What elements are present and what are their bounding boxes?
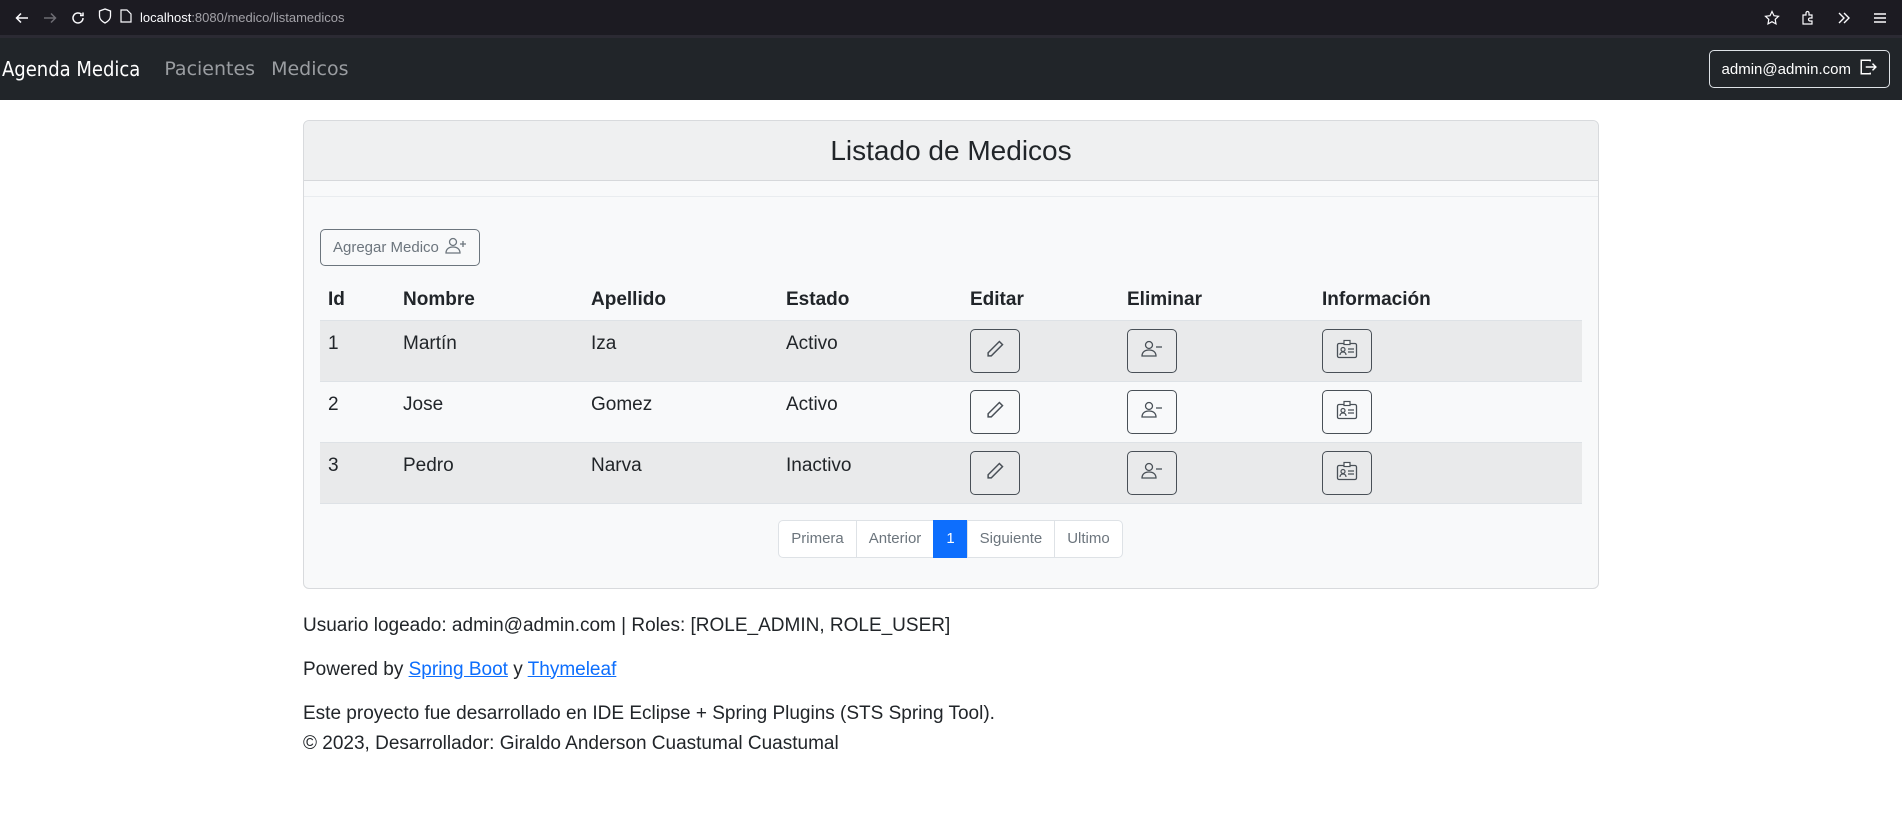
info-button[interactable] bbox=[1322, 389, 1372, 434]
url-host: localhost bbox=[140, 10, 192, 25]
id-card-icon bbox=[1336, 339, 1358, 362]
card-divider bbox=[304, 181, 1598, 197]
page-next[interactable]: Siguiente bbox=[966, 519, 1056, 558]
table-header-row: Id Nombre Apellido Estado Editar Elimina… bbox=[320, 282, 1582, 321]
edit-button[interactable] bbox=[970, 389, 1020, 434]
page-last[interactable]: Ultimo bbox=[1054, 519, 1123, 558]
cell-estado: Inactivo bbox=[786, 454, 852, 476]
logged-user-info: Usuario logeado: admin@admin.com | Roles… bbox=[303, 614, 951, 636]
url-bar[interactable]: localhost:8080/medico/listamedicos bbox=[92, 4, 1758, 32]
cell-id: 2 bbox=[328, 393, 339, 415]
table-row: 3 Pedro Narva Inactivo bbox=[320, 442, 1582, 504]
project-info: Este proyecto fue desarrollado en IDE Ec… bbox=[303, 702, 995, 724]
col-header-apellido: Apellido bbox=[583, 282, 778, 321]
edit-button[interactable] bbox=[970, 328, 1020, 373]
overflow-chevrons-icon[interactable] bbox=[1830, 4, 1858, 32]
info-button[interactable] bbox=[1322, 450, 1372, 495]
copyright: © 2023, Desarrollador: Giraldo Anderson … bbox=[303, 732, 839, 754]
delete-button[interactable] bbox=[1127, 389, 1177, 434]
delete-button[interactable] bbox=[1127, 328, 1177, 373]
nav-link-pacientes[interactable]: Pacientes bbox=[164, 58, 255, 80]
person-dash-icon bbox=[1141, 340, 1163, 361]
medicos-table: Id Nombre Apellido Estado Editar Elimina… bbox=[320, 282, 1582, 504]
table-row: 1 Martín Iza Activo bbox=[320, 320, 1582, 382]
page-title: Listado de Medicos bbox=[830, 134, 1072, 166]
cell-id: 3 bbox=[328, 454, 339, 476]
pencil-icon bbox=[985, 461, 1005, 484]
col-header-nombre: Nombre bbox=[395, 282, 583, 321]
col-header-estado: Estado bbox=[778, 282, 962, 321]
reload-icon[interactable] bbox=[64, 4, 92, 32]
nav-link-medicos[interactable]: Medicos bbox=[271, 58, 348, 80]
info-button[interactable] bbox=[1322, 328, 1372, 373]
spring-boot-link[interactable]: Spring Boot bbox=[409, 659, 508, 680]
browser-toolbar: localhost:8080/medico/listamedicos bbox=[0, 0, 1902, 35]
pencil-icon bbox=[985, 400, 1005, 423]
thymeleaf-link[interactable]: Thymeleaf bbox=[528, 659, 617, 680]
footer: Usuario logeado: admin@admin.com | Roles… bbox=[303, 615, 1599, 755]
cell-apellido: Gomez bbox=[591, 393, 653, 415]
col-header-eliminar: Eliminar bbox=[1119, 282, 1314, 321]
card-body: Agregar Medico Id Nombre Apellido Estado… bbox=[304, 197, 1598, 588]
app-navbar: Agenda Medica Pacientes Medicos admin@ad… bbox=[0, 35, 1902, 100]
id-card-icon bbox=[1336, 461, 1358, 484]
add-medico-label: Agregar Medico bbox=[333, 239, 439, 256]
delete-button[interactable] bbox=[1127, 450, 1177, 495]
person-dash-icon bbox=[1141, 401, 1163, 422]
back-arrow-icon[interactable] bbox=[8, 4, 36, 32]
cell-estado: Activo bbox=[786, 332, 838, 354]
card-header: Listado de Medicos bbox=[304, 121, 1598, 181]
powered-and: y bbox=[513, 658, 523, 680]
cell-apellido: Narva bbox=[591, 454, 642, 476]
cell-nombre: Jose bbox=[403, 393, 444, 415]
medicos-card: Listado de Medicos Agregar Medico Id Nom… bbox=[303, 120, 1599, 589]
user-email: admin@admin.com bbox=[1721, 60, 1851, 78]
person-dash-icon bbox=[1141, 462, 1163, 483]
page-first[interactable]: Primera bbox=[778, 519, 857, 558]
logout-button[interactable]: admin@admin.com bbox=[1708, 50, 1890, 88]
cell-apellido: Iza bbox=[591, 332, 617, 354]
extensions-icon[interactable] bbox=[1794, 4, 1822, 32]
menu-icon[interactable] bbox=[1866, 4, 1894, 32]
page-number-current[interactable]: 1 bbox=[933, 519, 968, 558]
powered-by: Powered by Spring Boot y Thymeleaf bbox=[303, 659, 1599, 681]
cell-nombre: Pedro bbox=[403, 454, 454, 476]
logout-icon bbox=[1859, 58, 1877, 80]
shield-icon[interactable] bbox=[98, 8, 112, 27]
bookmark-star-icon[interactable] bbox=[1758, 4, 1786, 32]
table-row: 2 Jose Gomez Activo bbox=[320, 381, 1582, 443]
forward-arrow-icon[interactable] bbox=[36, 4, 64, 32]
col-header-id: Id bbox=[320, 282, 395, 321]
add-medico-button[interactable]: Agregar Medico bbox=[320, 229, 480, 266]
pagination: Primera Anterior 1 Siguiente Ultimo bbox=[320, 519, 1582, 558]
cell-estado: Activo bbox=[786, 393, 838, 415]
person-plus-icon bbox=[445, 237, 467, 259]
cell-id: 1 bbox=[328, 332, 339, 354]
col-header-informacion: Información bbox=[1314, 282, 1582, 321]
id-card-icon bbox=[1336, 400, 1358, 423]
cell-nombre: Martín bbox=[403, 332, 457, 354]
edit-button[interactable] bbox=[970, 450, 1020, 495]
page-icon bbox=[120, 9, 132, 26]
powered-prefix: Powered by bbox=[303, 658, 404, 680]
col-header-editar: Editar bbox=[962, 282, 1119, 321]
url-path: :8080/medico/listamedicos bbox=[191, 10, 345, 25]
pencil-icon bbox=[985, 339, 1005, 362]
brand-link[interactable]: Agenda Medica bbox=[2, 57, 140, 81]
page-previous[interactable]: Anterior bbox=[855, 519, 935, 558]
